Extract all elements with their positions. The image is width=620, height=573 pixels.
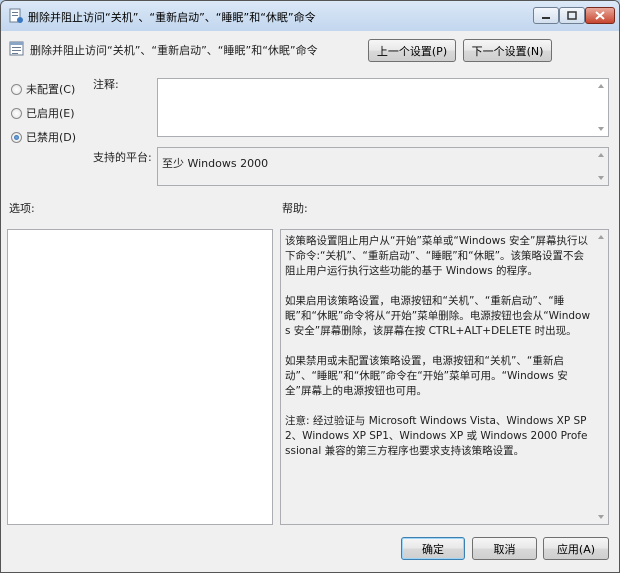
platform-scrollbar[interactable]: [595, 148, 608, 185]
help-text: 该策略设置阻止用户从“开始”菜单或“Windows 安全”屏幕执行以下命令:“关…: [285, 234, 592, 474]
help-panel: 该策略设置阻止用户从“开始”菜单或“Windows 安全”屏幕执行以下命令:“关…: [280, 229, 609, 525]
previous-setting-button[interactable]: 上一个设置(P): [368, 39, 456, 62]
comment-scrollbar[interactable]: [595, 79, 608, 136]
cancel-button[interactable]: 取消: [472, 537, 537, 560]
radio-not-configured[interactable]: 未配置(C): [11, 81, 75, 97]
options-label: 选项:: [9, 202, 35, 215]
dialog-client-area: 删除并阻止访问“关机”、“重新启动”、“睡眠”和“休眠”命令 上一个设置(P) …: [1, 31, 619, 572]
minimize-icon: [542, 16, 550, 19]
scroll-up-arrow-icon[interactable]: [598, 84, 604, 88]
radio-enabled-label: 已启用(E): [26, 107, 75, 120]
next-setting-button[interactable]: 下一个设置(N): [463, 39, 552, 62]
policy-settings-icon: [9, 8, 23, 23]
maximize-icon: [567, 11, 577, 20]
help-paragraph: 注意: 经过验证与 Microsoft Windows Vista、Window…: [285, 415, 588, 457]
platform-field: 至少 Windows 2000: [157, 147, 609, 186]
minimize-button[interactable]: [533, 7, 559, 24]
platform-value: 至少 Windows 2000: [162, 157, 269, 170]
close-icon: [595, 11, 605, 20]
options-panel: [7, 229, 273, 525]
help-paragraph: 如果禁用或未配置该策略设置，电源按钮和“关机”、“重新启动”、“睡眠”和“休眠”…: [285, 355, 568, 397]
help-paragraph: 该策略设置阻止用户从“开始”菜单或“Windows 安全”屏幕执行以下命令:“关…: [285, 235, 588, 277]
scroll-up-arrow-icon[interactable]: [598, 235, 604, 239]
policy-setting-icon: [9, 41, 24, 56]
help-scrollbar[interactable]: [595, 230, 608, 524]
title-bar[interactable]: 删除并阻止访问“关机”、“重新启动”、“睡眠”和“休眠”命令: [1, 1, 619, 32]
policy-dialog-window: 删除并阻止访问“关机”、“重新启动”、“睡眠”和“休眠”命令 删除并阻止访问“关…: [0, 0, 620, 573]
close-button[interactable]: [585, 7, 615, 24]
scroll-down-arrow-icon[interactable]: [598, 515, 604, 519]
radio-not-configured-label: 未配置(C): [26, 83, 76, 96]
radio-disabled-label: 已禁用(D): [26, 131, 77, 144]
comment-label: 注释:: [93, 78, 119, 91]
comment-textarea[interactable]: [157, 78, 609, 137]
maximize-button[interactable]: [559, 7, 585, 24]
scroll-down-arrow-icon[interactable]: [598, 176, 604, 180]
apply-button[interactable]: 应用(A): [543, 537, 609, 560]
scroll-up-arrow-icon[interactable]: [598, 153, 604, 157]
help-paragraph: 如果启用该策略设置，电源按钮和“关机”、“重新启动”、“睡眠”和“休眠”命令将从…: [285, 295, 591, 337]
radio-enabled[interactable]: 已启用(E): [11, 105, 75, 121]
radio-disabled-control[interactable]: [11, 131, 22, 143]
scroll-down-arrow-icon[interactable]: [598, 127, 604, 131]
policy-title: 删除并阻止访问“关机”、“重新启动”、“睡眠”和“休眠”命令: [30, 44, 318, 57]
ok-button[interactable]: 确定: [401, 537, 465, 560]
help-label: 帮助:: [282, 202, 308, 215]
radio-disabled[interactable]: 已禁用(D): [11, 129, 76, 145]
platform-label: 支持的平台:: [93, 151, 152, 164]
window-title: 删除并阻止访问“关机”、“重新启动”、“睡眠”和“休眠”命令: [28, 11, 316, 24]
radio-enabled-control[interactable]: [11, 107, 22, 119]
radio-not-configured-control[interactable]: [11, 83, 22, 95]
